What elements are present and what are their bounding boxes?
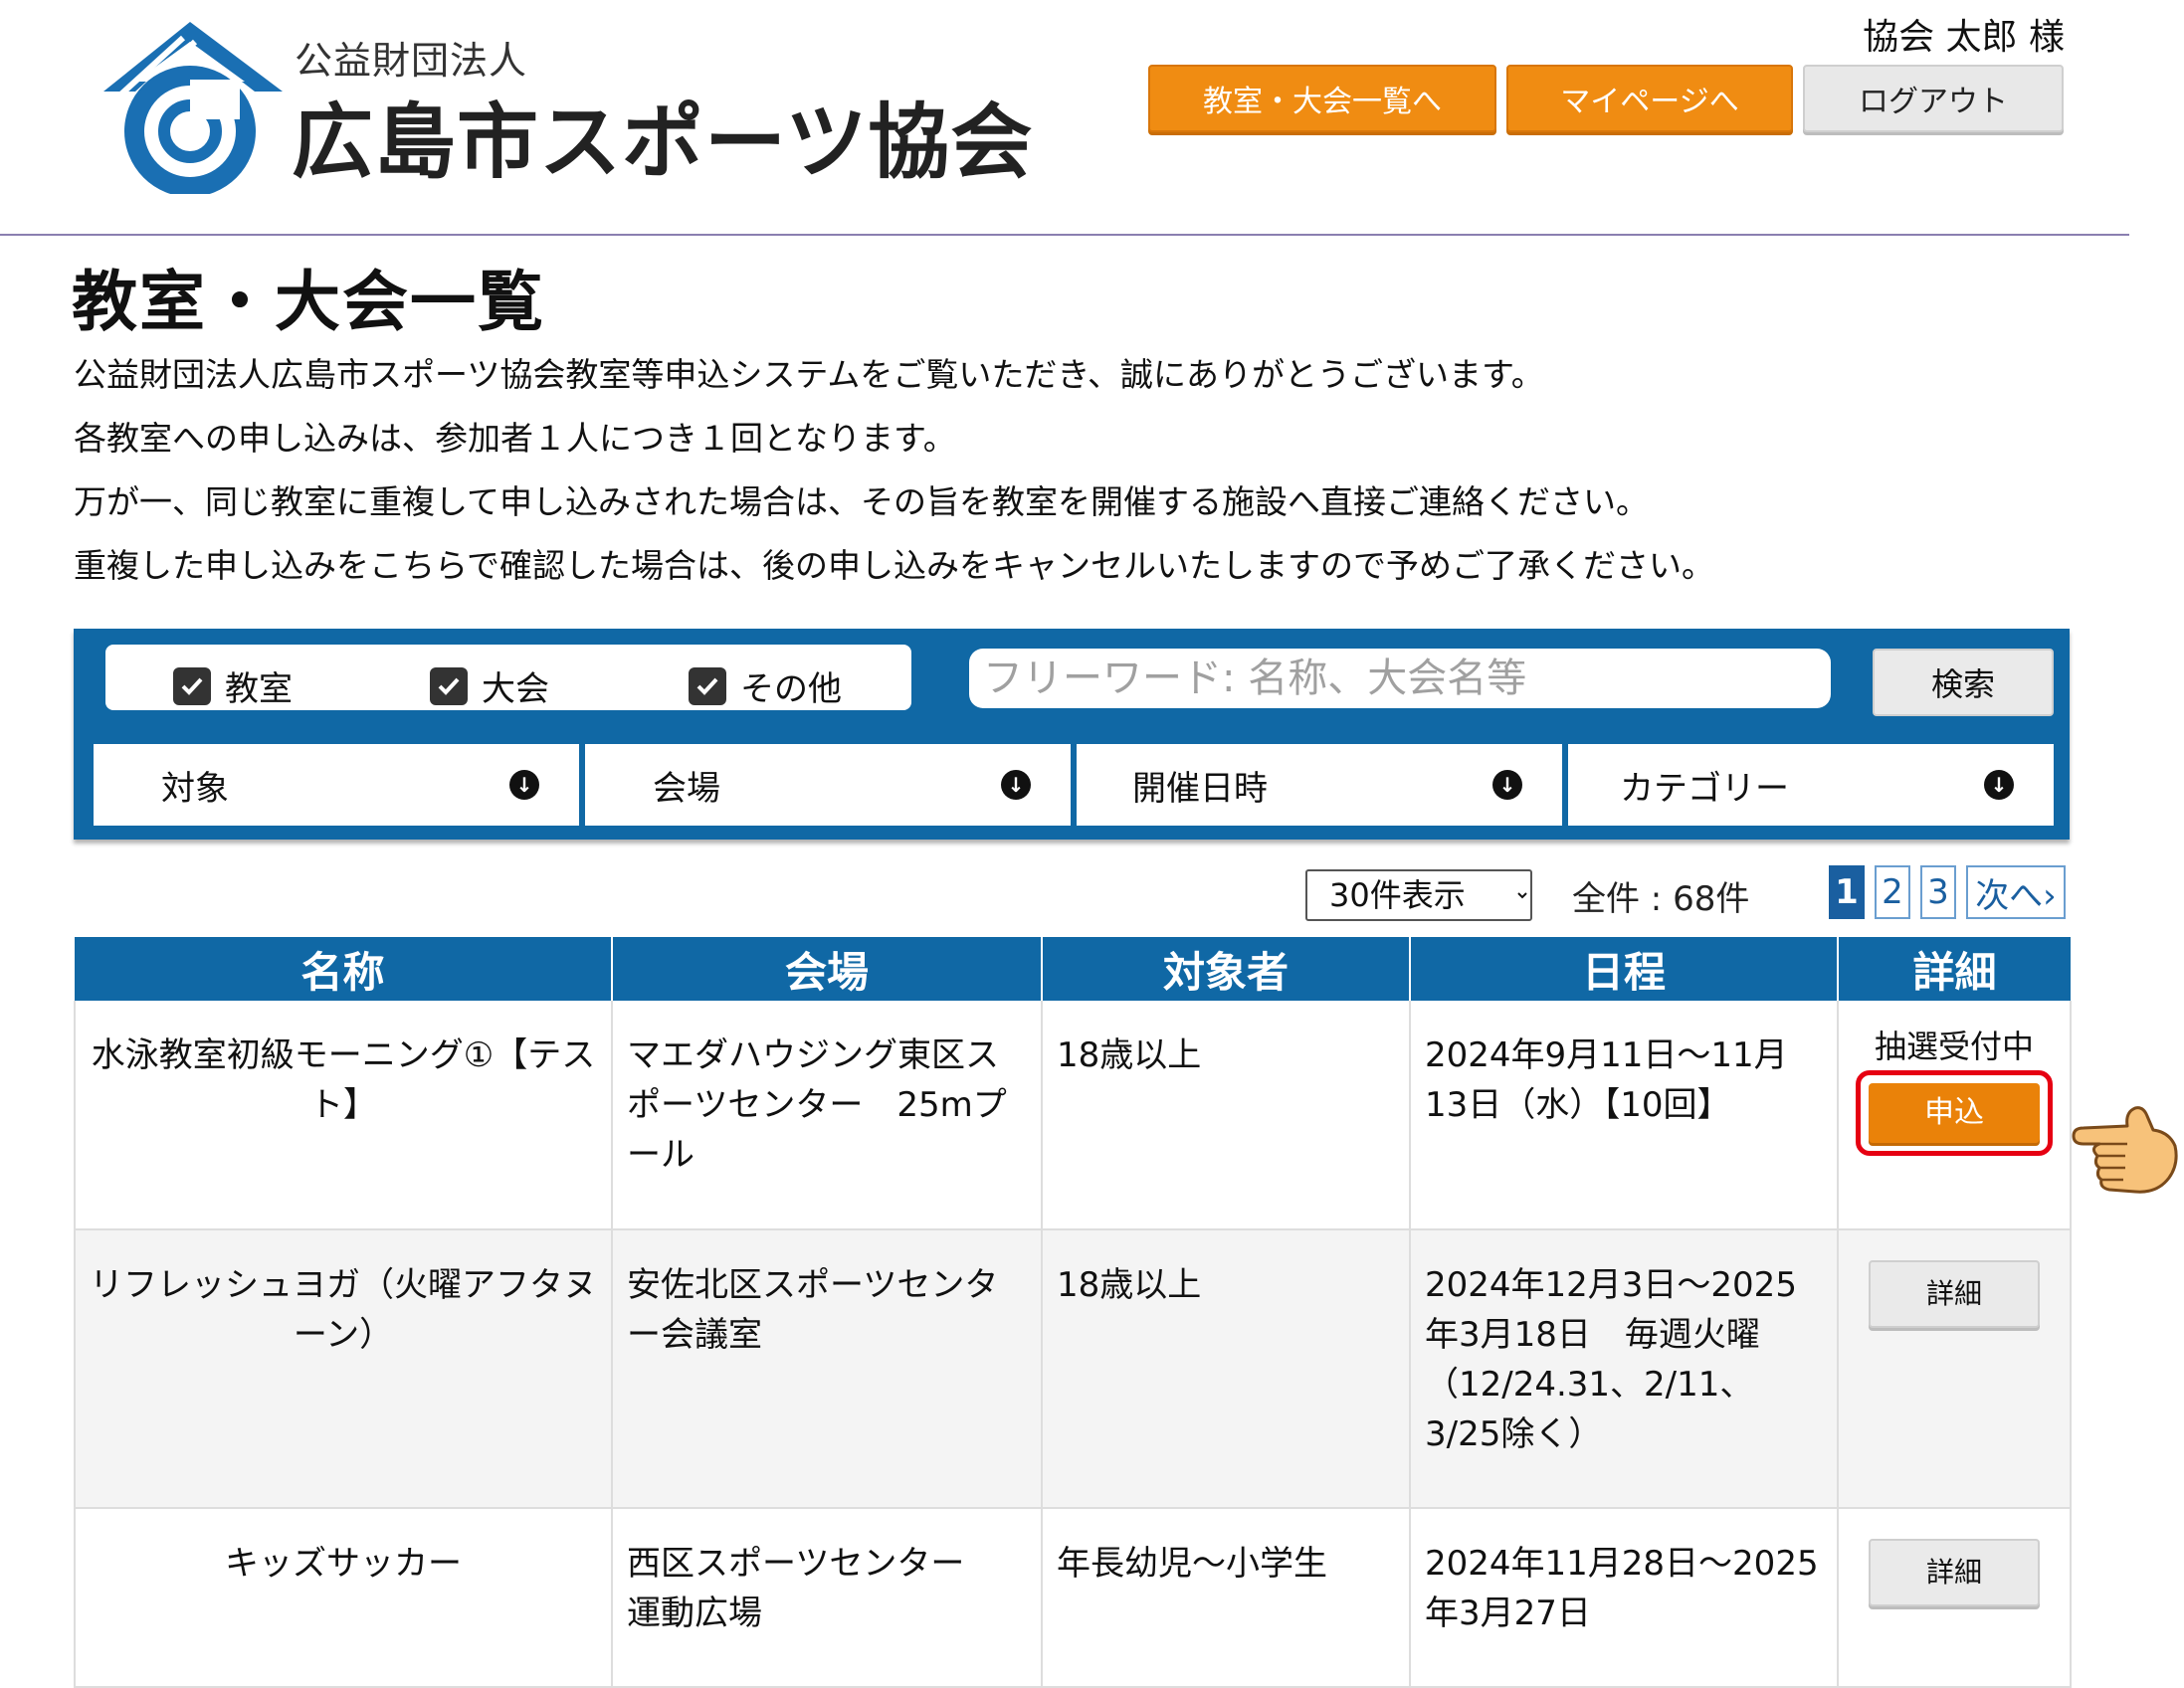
event-target: 18歳以上 [1042,1229,1411,1509]
chevron-down-icon: ↓ [1492,770,1522,800]
column-header: 日程 [1410,937,1839,1001]
category-checkbox-group: 教室 大会 その他 [105,645,911,710]
dropdown-label: 開催日時 [1132,768,1268,809]
association-logo [103,22,283,194]
event-venue: 西区スポーツセンター 運動広場 [612,1508,1043,1688]
next-page-link[interactable]: 次へ› [1966,865,2066,919]
checkmark-icon [430,666,468,705]
dropdown-label: 会場 [653,768,720,809]
page-2[interactable]: 2 [1875,865,1910,919]
detail-button[interactable]: 詳細 [1869,1539,2040,1606]
event-venue: マエダハウジング東区スポーツセンター 25mプール [612,1001,1043,1230]
event-schedule: 2024年12月3日～2025年3月18日 毎週火曜（12/24.31、2/11… [1410,1229,1839,1509]
event-detail-cell: 抽選受付中 申込 [1838,1001,2072,1230]
column-header: 対象者 [1042,937,1411,1001]
event-target: 年長幼児～小学生 [1042,1508,1411,1688]
checkbox-label: その他 [740,669,842,709]
detail-button[interactable]: 詳細 [1869,1260,2040,1328]
total-count: 全件 : 68件 [1572,879,1750,919]
chevron-down-icon: ↓ [509,770,539,800]
column-header: 詳細 [1838,937,2071,1001]
logout-button[interactable]: ログアウト [1803,65,2064,132]
event-table: 名称 会場 対象者 日程 詳細 水泳教室初級モーニング①【テスト】 マエダハウジ… [74,937,2072,1688]
event-name: キッズサッカー [74,1508,613,1688]
event-name: リフレッシュヨガ（火曜アフタヌーン） [74,1229,613,1509]
checkbox-class[interactable]: 教室 [173,661,293,710]
event-schedule: 2024年11月28日～2025年3月27日 [1410,1508,1839,1688]
table-row: キッズサッカー 西区スポーツセンター 運動広場 年長幼児～小学生 2024年11… [74,1508,2072,1688]
checkbox-other[interactable]: その他 [689,661,842,710]
event-name: 水泳教室初級モーニング①【テスト】 [74,1001,613,1230]
checkbox-label: 教室 [225,669,293,709]
table-row: 水泳教室初級モーニング①【テスト】 マエダハウジング東区スポーツセンター 25m… [74,1001,2072,1230]
dropdown-label: 対象 [161,768,229,809]
page-3[interactable]: 3 [1920,865,1956,919]
column-header: 名称 [75,937,613,1001]
apply-button[interactable]: 申込 [1869,1083,2040,1143]
org-name: 広島市スポーツ協会 [292,95,1034,190]
dropdown-label: カテゴリー [1620,768,1789,809]
mypage-button[interactable]: マイページへ [1506,65,1793,132]
event-venue: 安佐北区スポーツセンター会議室 [612,1229,1043,1509]
chevron-down-icon: ↓ [1984,770,2014,800]
class-list-button[interactable]: 教室・大会一覧へ [1148,65,1496,132]
dropdown-target[interactable]: 対象 ↓ [94,744,579,826]
dropdown-category[interactable]: カテゴリー ↓ [1568,744,2054,826]
column-header: 会場 [612,937,1043,1001]
intro-line: 各教室への申し込みは、参加者１人につき１回となります。 [74,419,956,458]
page-title: 教室・大会一覧 [72,264,545,340]
intro-line: 万が一、同じ教室に重複して申し込みされた場合は、その旨を教室を開催する施設へ直接… [74,482,1650,521]
pointing-hand-icon [2072,1106,2178,1194]
chevron-down-icon: ↓ [1001,770,1031,800]
header-divider [0,234,2129,236]
search-button[interactable]: 検索 [1873,649,2054,716]
intro-line: 公益財団法人広島市スポーツ協会教室等申込システムをご覧いただき、誠にありがとうご… [74,355,1544,394]
status-badge: 抽選受付中 [1874,1028,2034,1065]
checkmark-icon [173,666,211,705]
event-target: 18歳以上 [1042,1001,1411,1230]
highlight-box: 申込 [1856,1070,2053,1156]
per-page-select[interactable]: 30件表示 [1305,869,1532,921]
checkbox-label: 大会 [482,669,549,709]
table-header-row: 名称 会場 対象者 日程 詳細 [75,937,2071,1001]
event-schedule: 2024年9月11日～11月13日（水）【10回】 [1410,1001,1839,1230]
user-name: 協会 太郎 様 [1863,17,2065,58]
page-1[interactable]: 1 [1829,865,1865,919]
search-input[interactable] [969,649,1831,708]
checkmark-icon [689,666,726,705]
event-detail-cell: 詳細 [1838,1508,2072,1688]
dropdown-date[interactable]: 開催日時 ↓ [1077,744,1562,826]
table-row: リフレッシュヨガ（火曜アフタヌーン） 安佐北区スポーツセンター会議室 18歳以上… [74,1229,2072,1509]
event-detail-cell: 詳細 [1838,1229,2072,1509]
dropdown-venue[interactable]: 会場 ↓ [585,744,1071,826]
checkbox-tournament[interactable]: 大会 [430,661,549,710]
intro-line: 重複した申し込みをこちらで確認した場合は、後の申し込みをキャンセルいたしますので… [74,546,1715,585]
